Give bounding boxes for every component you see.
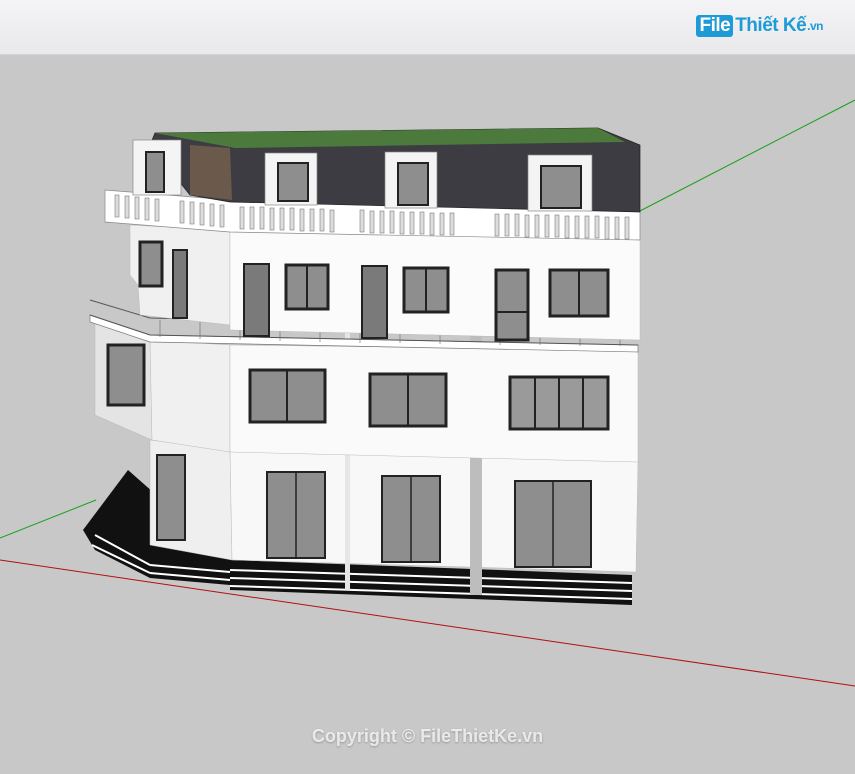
building-model-icon xyxy=(83,127,641,605)
logo-tld-text: .vn xyxy=(807,19,823,33)
3d-viewport[interactable] xyxy=(0,55,855,774)
top-toolbar: File Thiết Kế .vn xyxy=(0,0,855,55)
scene-canvas xyxy=(0,99,855,687)
logo-file-text: File xyxy=(696,15,734,37)
copyright-watermark: Copyright © FileThietKe.vn xyxy=(311,726,544,746)
logo-icon: File Thiết Kế .vn xyxy=(696,15,823,37)
site-logo[interactable]: File Thiết Kế .vn xyxy=(696,13,823,39)
logo-name-text: Thiết Kế xyxy=(735,15,807,36)
green-axis-left xyxy=(0,499,97,539)
green-axis-right xyxy=(635,99,855,214)
